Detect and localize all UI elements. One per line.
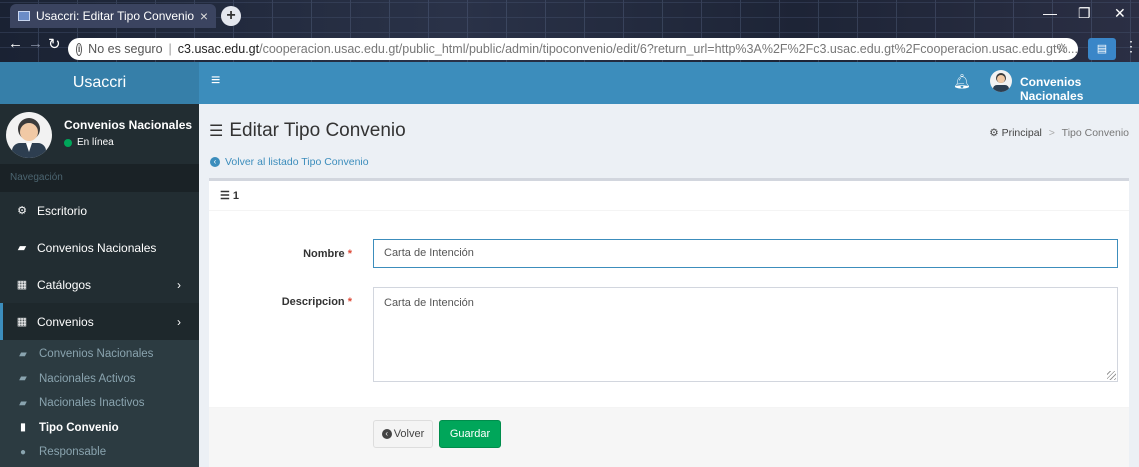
database-icon: ☰ [220, 190, 230, 202]
back-button-label: Volver [393, 428, 425, 440]
page-title: ☰ Editar Tipo Convenio [209, 120, 406, 142]
minimize-icon[interactable]: — [1043, 5, 1057, 21]
subitem-nacionales-activos[interactable]: ▰ Nacionales Activos [0, 367, 199, 392]
box-header: ☰ 1 [209, 181, 1129, 211]
back-to-list-link[interactable]: ‹ Volver al listado Tipo Convenio [210, 156, 369, 168]
user-panel: Convenios Nacionales En línea [0, 104, 199, 164]
online-dot-icon [64, 138, 72, 147]
grid-icon: ▦ [16, 279, 28, 291]
descripcion-textarea[interactable]: Carta de Intención [373, 287, 1118, 382]
sidebar-item-label: Convenios Nacionales [37, 240, 157, 255]
address-bar[interactable]: i No es seguro | c3.usac.edu.gt/cooperac… [68, 38, 1078, 60]
resize-grip-icon[interactable] [1107, 371, 1116, 380]
dashboard-icon: ⚙︎ [17, 205, 27, 217]
sidebar-item-convenios[interactable]: ▦ Convenios › [0, 303, 199, 340]
back-arrow-icon[interactable]: ← [8, 35, 23, 52]
book-icon: ▰ [17, 242, 27, 254]
subitem-label: Nacionales Inactivos [39, 397, 145, 410]
subitem-responsable[interactable]: ● Responsable [0, 440, 199, 465]
descripcion-label-text: Descripcion [281, 296, 345, 308]
window-close-icon[interactable]: ✕ [1114, 5, 1126, 22]
sidebar-item-label: Escritorio [37, 203, 88, 218]
security-text: No es seguro [88, 42, 163, 56]
page-title-text: Editar Tipo Convenio [229, 120, 406, 141]
bookmark-icon: ▮ [20, 422, 26, 434]
subitem-nacionales-inactivos[interactable]: ▰ Nacionales Inactivos [0, 391, 199, 416]
reload-icon[interactable]: ↻ [48, 35, 61, 53]
favicon-icon [18, 11, 30, 21]
tab-title: Usaccri: Editar Tipo Convenio [36, 9, 195, 23]
breadcrumb-separator: > [1048, 127, 1055, 139]
subitem-label: Convenios Nacionales [39, 348, 154, 361]
required-mark: * [347, 296, 352, 308]
book-icon: ▰ [19, 397, 27, 409]
subitem-label: Tipo Convenio [39, 421, 119, 434]
sidebar: Convenios Nacionales En línea Navegación… [0, 104, 199, 467]
subitem-label: Nacionales Activos [39, 372, 136, 385]
required-mark: * [347, 248, 352, 260]
sidebar-item-label: Convenios [37, 314, 94, 329]
sidebar-toggle-icon[interactable]: ≡ [211, 72, 220, 90]
sidebar-avatar [6, 112, 52, 158]
sidebar-user-name: Convenios Nacionales [64, 118, 193, 132]
url-path: /cooperacion.usac.edu.gt/public_html/pub… [259, 42, 1078, 56]
new-tab-button[interactable]: + [221, 6, 241, 26]
back-link-label: Volver al listado Tipo Convenio [225, 156, 369, 168]
sidebar-item-escritorio[interactable]: ⚙︎ Escritorio [0, 192, 199, 229]
bookmark-star-icon[interactable]: ☆ [1055, 40, 1068, 57]
nav-header: Navegación [0, 164, 199, 192]
breadcrumb-home[interactable]: Principal [1002, 127, 1042, 139]
subitem-tipo-convenio[interactable]: ▮ Tipo Convenio [0, 416, 199, 441]
info-icon[interactable]: i [76, 42, 83, 56]
browser-chrome: Usaccri: Editar Tipo Convenio × + — ❐ ✕ … [0, 0, 1139, 62]
notification-bell-icon[interactable]: 🔔︎ [953, 73, 971, 90]
sidebar-item-catalogos[interactable]: ▦ Catálogos › [0, 266, 199, 303]
dashboard-icon: ⚙︎ [989, 127, 999, 139]
app-logo[interactable]: Usaccri [0, 62, 199, 104]
browser-menu-icon[interactable]: ⋮ [1124, 38, 1138, 55]
browser-tab[interactable]: Usaccri: Editar Tipo Convenio × [10, 4, 216, 28]
database-icon: ☰ [209, 123, 224, 140]
tab-close-icon[interactable]: × [200, 8, 208, 24]
breadcrumb: ⚙︎ Principal > Tipo Convenio [989, 127, 1129, 139]
app-topbar: Usaccri ≡ 🔔︎ Convenios Nacionales [0, 62, 1139, 104]
topbar-user-name[interactable]: Convenios Nacionales [1020, 75, 1139, 103]
user-icon: ● [19, 446, 27, 458]
grid-icon: ▦ [16, 316, 28, 328]
chevron-left-circle-icon: ‹ [381, 429, 392, 439]
descripcion-label: Descripcion * [222, 296, 352, 308]
subitem-label: Responsable [39, 446, 107, 459]
subitem-convenios-nacionales[interactable]: ▰ Convenios Nacionales [0, 342, 199, 367]
topbar-avatar[interactable] [990, 70, 1012, 92]
url-host: c3.usac.edu.gt [177, 42, 260, 56]
chevron-right-icon: › [177, 277, 181, 292]
nombre-input[interactable]: Carta de Intención [373, 239, 1118, 268]
box-footer: ‹ Volver Guardar [209, 407, 1129, 467]
extension-icon[interactable]: ▤ [1088, 38, 1116, 60]
back-button[interactable]: ‹ Volver [373, 420, 433, 448]
breadcrumb-current: Tipo Convenio [1061, 127, 1129, 139]
sidebar-item-convenios-nacionales[interactable]: ▰ Convenios Nacionales [0, 229, 199, 266]
chevron-right-icon: › [177, 314, 181, 329]
maximize-icon[interactable]: ❐ [1078, 5, 1091, 22]
save-button[interactable]: Guardar [439, 420, 501, 448]
sidebar-item-label: Catálogos [37, 277, 92, 292]
forward-arrow-icon[interactable]: → [28, 35, 43, 52]
form-box: ☰ 1 Nombre * Carta de Intención Descripc… [209, 178, 1129, 467]
chevron-left-circle-icon: ‹ [210, 157, 220, 167]
nombre-label: Nombre * [222, 248, 352, 260]
nombre-label-text: Nombre [303, 248, 345, 260]
online-status-label: En línea [77, 137, 114, 148]
online-status: En línea [64, 137, 114, 148]
address-separator: | [168, 42, 172, 56]
main-content: ☰ Editar Tipo Convenio ⚙︎ Principal > Ti… [199, 104, 1139, 467]
box-title: 1 [232, 189, 239, 202]
sidebar-submenu: ▰ Convenios Nacionales ▰ Nacionales Activo… [0, 340, 199, 467]
book-icon: ▰ [19, 373, 27, 385]
book-icon: ▰ [19, 348, 27, 360]
